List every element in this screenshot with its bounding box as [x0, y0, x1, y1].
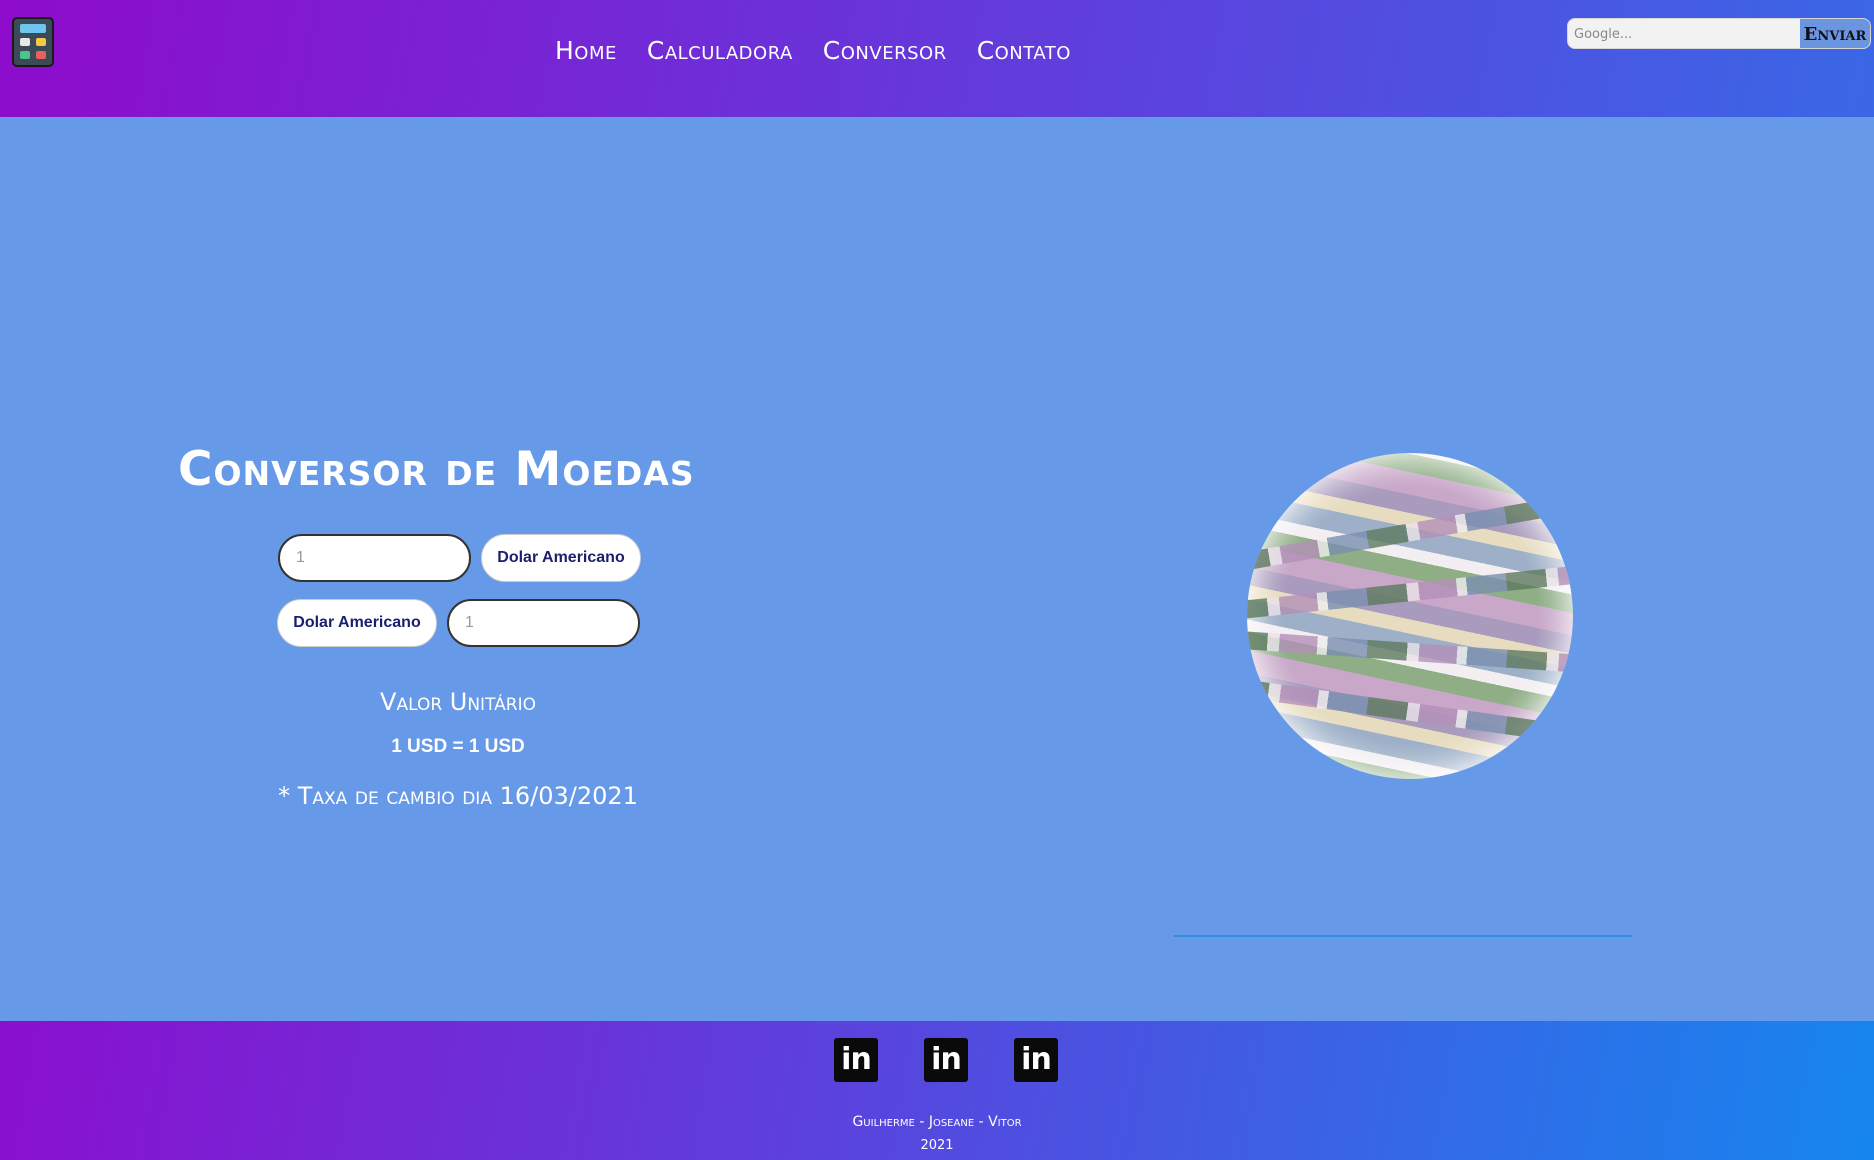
- unit-value: 1 USD = 1 USD: [391, 736, 525, 757]
- site-footer: in in in Guilherme - Joseane - Vitor 202…: [0, 1021, 1874, 1160]
- unit-value-label: Valor Unitário: [380, 688, 536, 716]
- search-input[interactable]: [1574, 24, 1794, 44]
- linkedin-icon[interactable]: in: [834, 1038, 878, 1082]
- nav-calculadora[interactable]: Calculadora: [647, 36, 793, 65]
- divider-line: [1174, 935, 1632, 937]
- search-form: Enviar: [1567, 18, 1871, 49]
- social-links: in in in: [834, 1038, 1058, 1082]
- page-title: Conversor de Moedas: [178, 442, 695, 497]
- footer-year: 2021: [920, 1138, 954, 1153]
- exchange-rate-note: * Taxa de cambio dia 16/03/2021: [278, 782, 638, 810]
- footer-credits: Guilherme - Joseane - Vitor: [852, 1114, 1022, 1130]
- calculator-icon[interactable]: [12, 17, 54, 67]
- site-header: Home Calculadora Conversor Contato Envia…: [0, 0, 1874, 117]
- to-amount-input[interactable]: [447, 599, 640, 647]
- to-currency-select[interactable]: Dolar Americano: [277, 599, 437, 647]
- linkedin-icon[interactable]: in: [1014, 1038, 1058, 1082]
- from-currency-select[interactable]: Dolar Americano: [481, 534, 641, 582]
- nav-home[interactable]: Home: [555, 36, 617, 65]
- linkedin-icon[interactable]: in: [924, 1038, 968, 1082]
- money-globe-image: [1247, 453, 1573, 779]
- nav-conversor[interactable]: Conversor: [823, 36, 947, 65]
- from-amount-input[interactable]: [278, 534, 471, 582]
- main-nav: Home Calculadora Conversor Contato: [555, 36, 1071, 65]
- search-submit-button[interactable]: Enviar: [1800, 19, 1870, 48]
- nav-contato[interactable]: Contato: [977, 36, 1071, 65]
